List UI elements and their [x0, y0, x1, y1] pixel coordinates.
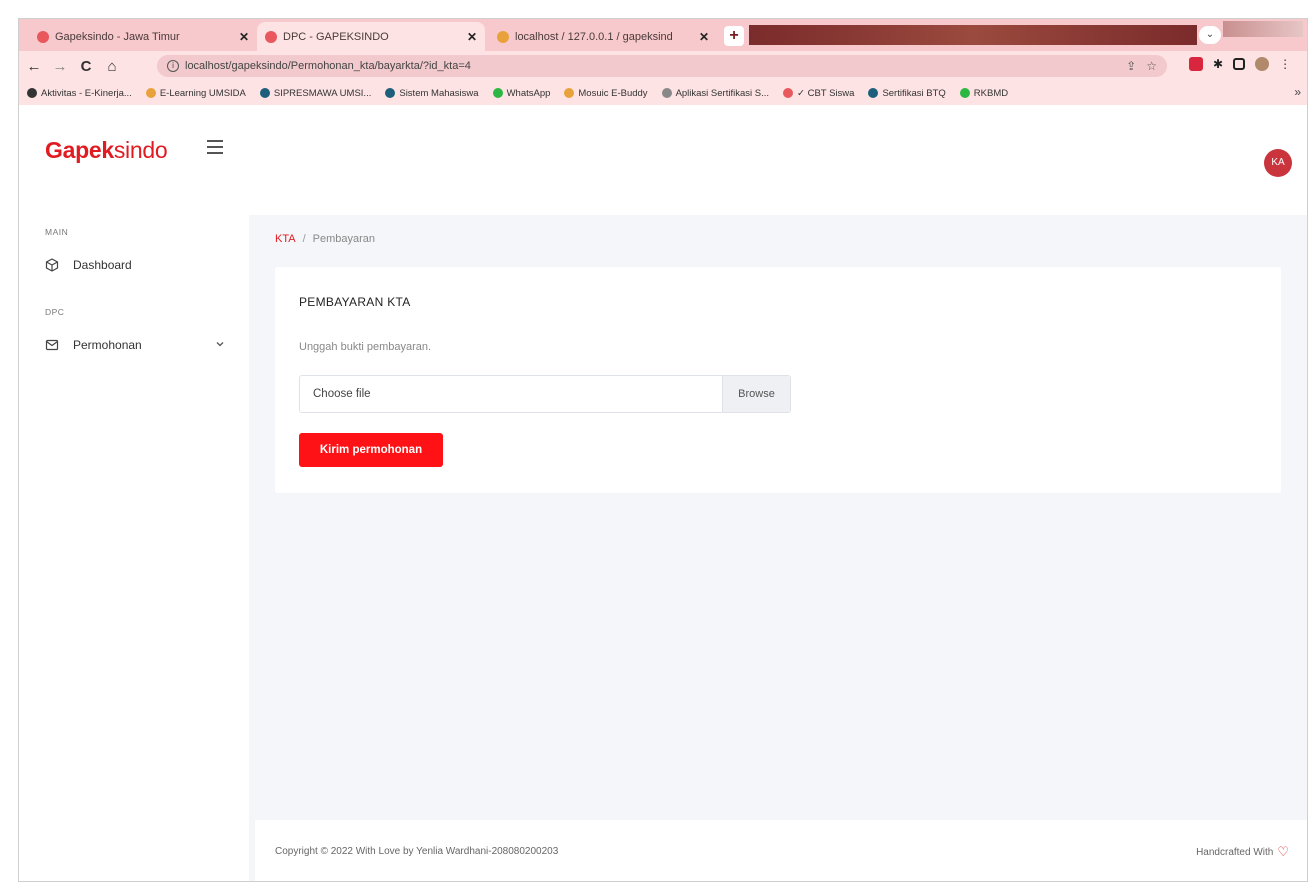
sidebar-item-label: Dashboard: [73, 258, 132, 272]
bookmark-favicon-icon: [868, 88, 879, 98]
home-icon[interactable]: ⌂: [101, 58, 123, 75]
main-content: KTA / Pembayaran PEMBAYARAN KTA Unggah buk…: [255, 215, 1307, 881]
bookmark-star-icon[interactable]: ☆: [1146, 59, 1157, 73]
cube-icon: [45, 258, 59, 272]
new-tab-button[interactable]: +: [724, 26, 744, 46]
sidebar-item-permohonan[interactable]: Permohonan: [45, 335, 235, 355]
sidebar-heading-dpc: DPC: [45, 307, 65, 317]
close-icon[interactable]: ✕: [467, 30, 477, 44]
brand-rest: sindo: [113, 137, 168, 163]
close-icon[interactable]: ✕: [699, 30, 709, 44]
more-bookmarks-button[interactable]: »: [1294, 85, 1301, 99]
bookmark-favicon-icon: [145, 88, 156, 98]
breadcrumb-separator: /: [302, 233, 306, 245]
tab-title: DPC - GAPEKSINDO: [283, 30, 389, 43]
address-toolbar: ← → C ⌂ i localhost/gapeksindo/Permohona…: [19, 51, 1307, 81]
card-subtitle: Unggah bukti pembayaran.: [299, 341, 432, 353]
bookmark-item[interactable]: E-Learning UMSIDA: [145, 88, 246, 99]
user-avatar[interactable]: KA: [1264, 149, 1292, 177]
back-arrow-icon[interactable]: ←: [23, 58, 45, 75]
bookmark-item[interactable]: SIPRESMAWA UMSI...: [259, 88, 371, 99]
bookmark-item[interactable]: Aktivitas - E-Kinerja...: [27, 88, 132, 99]
breadcrumb: KTA / Pembayaran: [275, 233, 375, 245]
file-input-label[interactable]: Choose file: [300, 376, 722, 412]
tab-title: Gapeksindo - Jawa Timur: [55, 30, 180, 43]
sidebar-item-label: Permohonan: [73, 338, 142, 352]
bookmark-item[interactable]: RKBMD: [959, 88, 1008, 99]
tab-strip-decoration: [749, 25, 1197, 45]
bookmark-item[interactable]: Aplikasi Sertifikasi S...: [661, 88, 769, 99]
bookmark-favicon-icon: [385, 88, 396, 98]
site-info-icon[interactable]: i: [167, 60, 179, 72]
bookmark-item[interactable]: Mosuic E-Buddy: [564, 88, 648, 99]
bookmark-favicon-icon: [959, 88, 970, 98]
breadcrumb-link-kta[interactable]: KTA: [275, 233, 296, 245]
sidebar-heading-main: MAIN: [45, 227, 69, 237]
footer-handcrafted-text: Handcrafted With: [1196, 846, 1274, 858]
menu-kebab-icon[interactable]: ⋮: [1279, 57, 1291, 71]
bookmark-item[interactable]: ✓ CBT Siswa: [783, 88, 854, 99]
app-header: Gapeksindo KA: [19, 105, 1307, 215]
tab-title: localhost / 127.0.0.1 / gapeksind: [515, 30, 673, 43]
tab-favicon-icon: [265, 30, 277, 43]
tab-search-chevron-icon[interactable]: ⌄: [1199, 26, 1221, 44]
bookmarks-bar: Aktivitas - E-Kinerja... E-Learning UMSI…: [19, 81, 1307, 105]
url-text: localhost/gapeksindo/Permohonan_kta/baya…: [185, 60, 471, 72]
footer-handcrafted: Handcrafted With ♡: [1196, 844, 1289, 860]
url-bar[interactable]: i localhost/gapeksindo/Permohonan_kta/ba…: [157, 55, 1167, 77]
payment-card: PEMBAYARAN KTA Unggah bukti pembayaran. …: [275, 267, 1281, 493]
browser-tab-2[interactable]: DPC - GAPEKSINDO ✕: [257, 22, 485, 51]
share-icon[interactable]: ⇪: [1126, 59, 1136, 73]
reload-icon[interactable]: C: [75, 58, 97, 75]
browser-tab-3[interactable]: localhost / 127.0.0.1 / gapeksind ✕: [489, 22, 717, 51]
chevron-down-icon: [215, 339, 225, 352]
footer-copyright: Copyright © 2022 With Love by Yenlia War…: [275, 846, 559, 857]
bookmark-favicon-icon: [783, 88, 794, 98]
bookmark-favicon-icon: [661, 88, 672, 98]
window-controls[interactable]: [1223, 21, 1303, 37]
tab-favicon-icon: [497, 30, 509, 43]
heart-icon: ♡: [1277, 844, 1289, 859]
brand-bold: Gapek: [45, 137, 114, 163]
submit-button[interactable]: Kirim permohonan: [299, 433, 443, 467]
footer: Copyright © 2022 With Love by Yenlia War…: [255, 820, 1307, 881]
bookmark-favicon-icon: [27, 88, 37, 98]
app-viewport: Gapeksindo KA MAIN Dashboard DPC Permoho…: [19, 105, 1307, 881]
profile-icon[interactable]: [1255, 57, 1270, 71]
bookmark-item[interactable]: Sistem Mahasiswa: [385, 88, 479, 99]
puzzle-extensions-icon[interactable]: ✱: [1213, 57, 1223, 71]
browser-window: Gapeksindo - Jawa Timur ✕ DPC - GAPEKSIN…: [18, 18, 1308, 882]
bookmark-favicon-icon: [259, 88, 270, 98]
sidebar-item-dashboard[interactable]: Dashboard: [45, 255, 235, 275]
breadcrumb-current: Pembayaran: [312, 233, 376, 245]
browser-tab-1[interactable]: Gapeksindo - Jawa Timur ✕: [29, 22, 257, 51]
whatsapp-icon: [492, 88, 503, 98]
bookmark-favicon-icon: [564, 88, 575, 98]
close-icon[interactable]: ✕: [239, 30, 249, 44]
bookmark-item[interactable]: Sertifikasi BTQ: [868, 88, 946, 99]
card-title: PEMBAYARAN KTA: [299, 295, 411, 309]
hamburger-menu-icon[interactable]: [207, 140, 223, 154]
browse-button[interactable]: Browse: [722, 376, 790, 412]
sidepanel-icon[interactable]: [1233, 58, 1246, 70]
sidebar: MAIN Dashboard DPC Permohonan: [19, 215, 249, 881]
forward-arrow-icon[interactable]: →: [49, 58, 71, 75]
tab-favicon-icon: [37, 30, 49, 43]
file-upload-input[interactable]: Choose file Browse: [299, 375, 791, 413]
envelope-icon: [45, 338, 59, 352]
brand-logo[interactable]: Gapeksindo: [45, 137, 168, 164]
tab-bar: Gapeksindo - Jawa Timur ✕ DPC - GAPEKSIN…: [19, 19, 1307, 51]
extension-red-icon[interactable]: [1189, 57, 1203, 71]
bookmark-item[interactable]: WhatsApp: [492, 88, 550, 99]
